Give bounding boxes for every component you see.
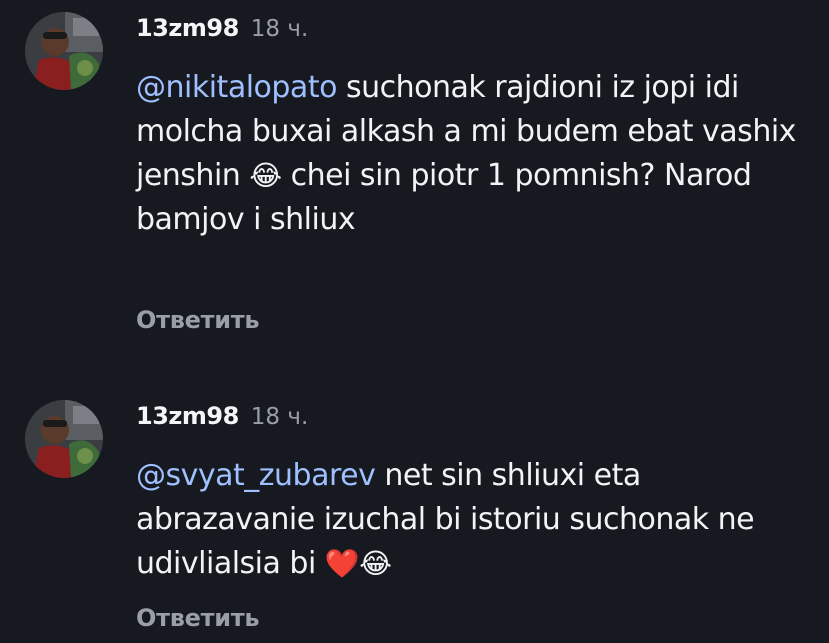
reply-button[interactable]: Ответить (136, 306, 260, 334)
username[interactable]: 13zm98 (136, 402, 239, 430)
comment-text: @nikitalopato suchonak rajdioni iz jopi … (136, 66, 816, 242)
laughing-emoji-icon: 😂 (359, 547, 392, 580)
username[interactable]: 13zm98 (136, 14, 239, 42)
avatar[interactable] (25, 12, 103, 90)
mention-link[interactable]: @svyat_zubarev (136, 458, 376, 493)
comment: 13zm98 18 ч. @svyat_zubarev net sin shli… (0, 392, 829, 642)
avatar-image (25, 12, 103, 90)
avatar-image (25, 400, 103, 478)
comment-text: @svyat_zubarev net sin shliuxi eta abraz… (136, 454, 816, 586)
comment: 13zm98 18 ч. @nikitalopato suchonak rajd… (0, 0, 829, 350)
timestamp: 18 ч. (250, 16, 309, 42)
comment-header: 13zm98 18 ч. (136, 402, 308, 430)
mention-link[interactable]: @nikitalopato (136, 70, 337, 105)
laughing-emoji-icon: 😂 (249, 159, 282, 192)
timestamp: 18 ч. (250, 404, 309, 430)
avatar[interactable] (25, 400, 103, 478)
heart-emoji-icon: ❤️ (324, 547, 360, 580)
comment-header: 13zm98 18 ч. (136, 14, 308, 42)
reply-button[interactable]: Ответить (136, 604, 260, 632)
